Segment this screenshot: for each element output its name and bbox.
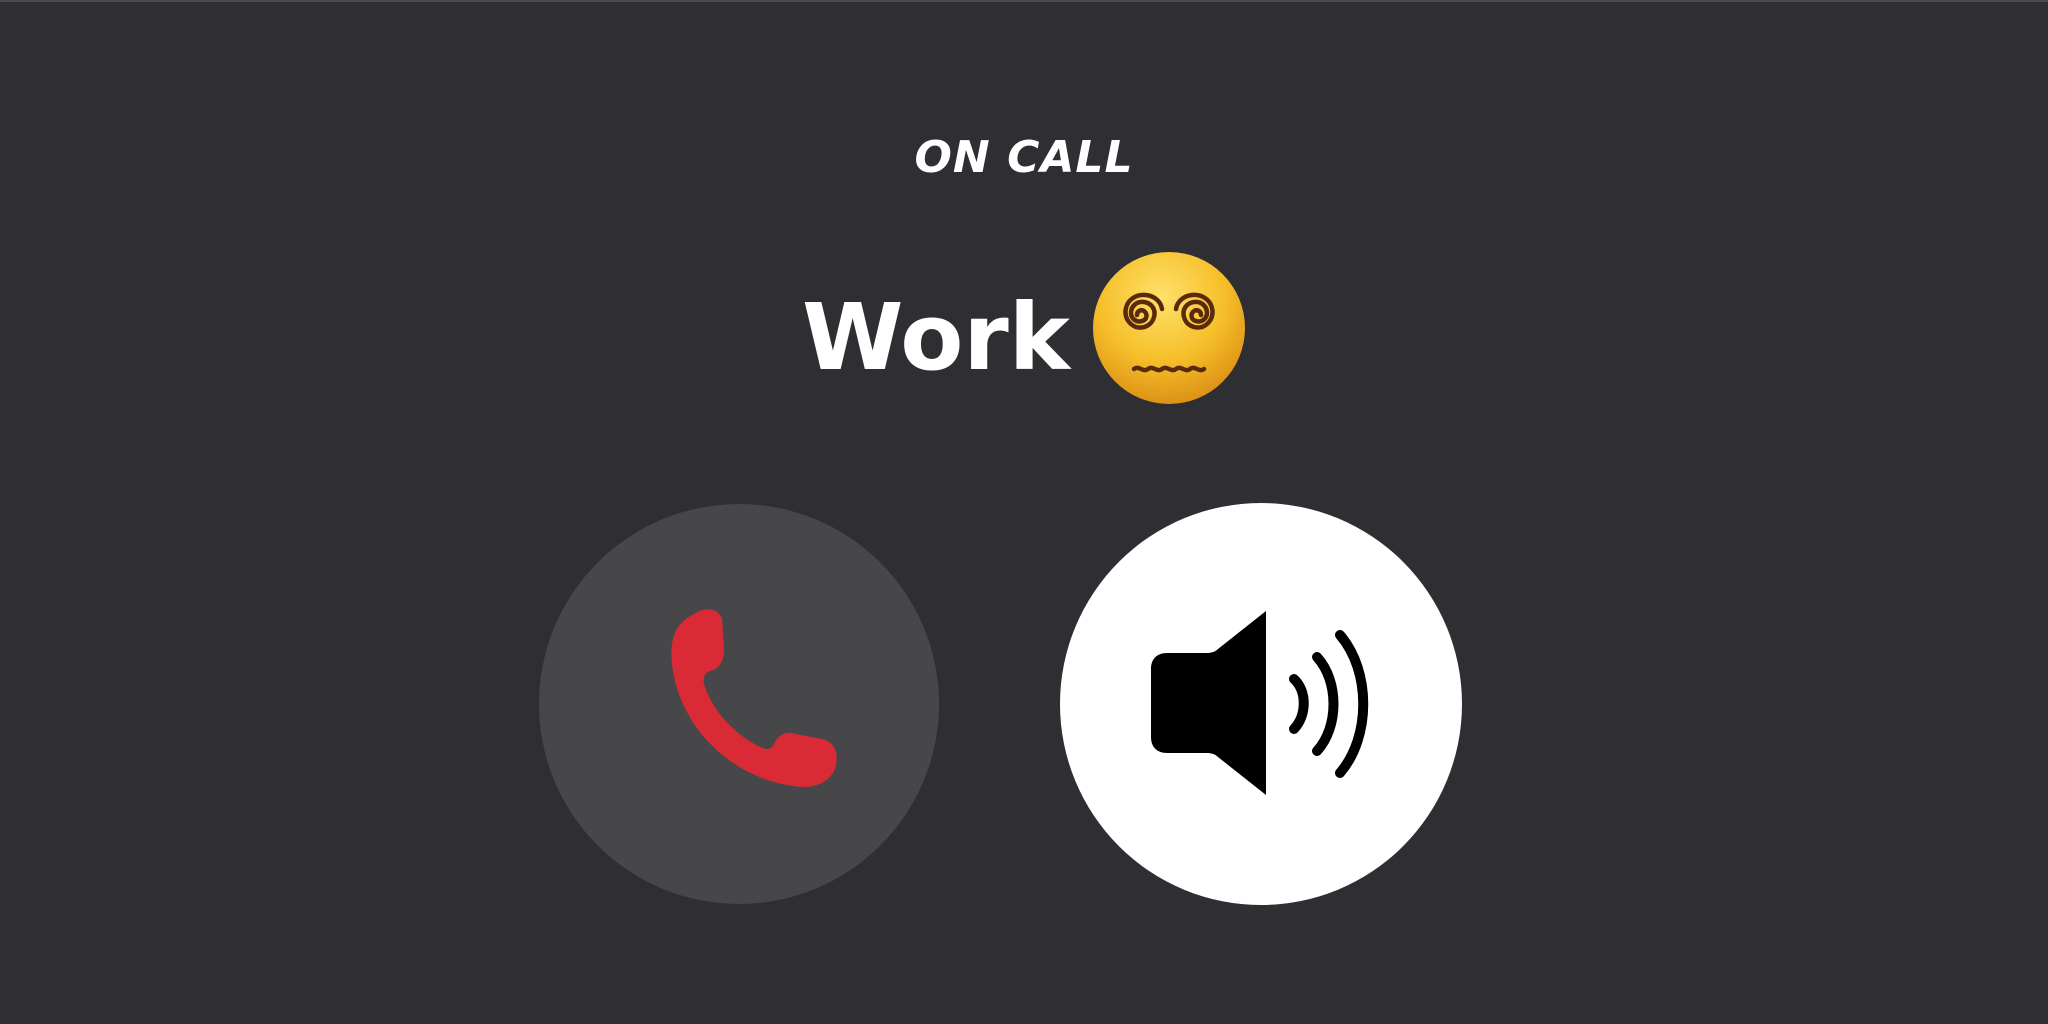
- speaker-volume-icon: [1151, 611, 1369, 795]
- top-divider: [0, 0, 2048, 2]
- end-call-button[interactable]: [539, 504, 939, 904]
- phone-handset-icon: [671, 609, 837, 787]
- caller-info: Work: [0, 248, 2048, 408]
- face-with-spiral-eyes-icon: [1092, 252, 1245, 404]
- call-status-label: ON CALL: [914, 132, 1134, 183]
- caller-name: Work: [802, 284, 1070, 391]
- speaker-button[interactable]: [1060, 503, 1462, 905]
